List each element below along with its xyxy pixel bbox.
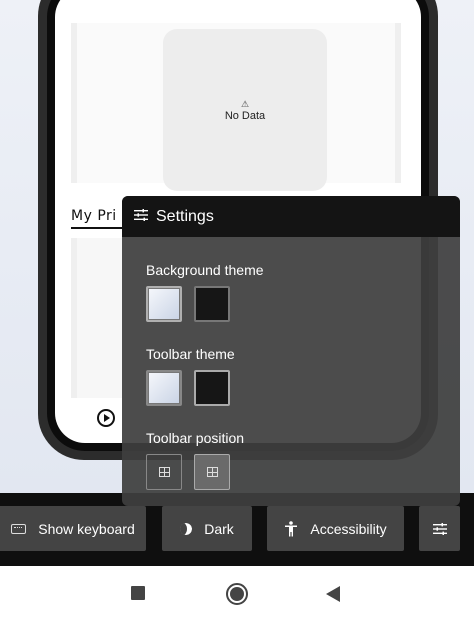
toolbar-theme-dark-swatch[interactable] — [194, 370, 230, 406]
background-theme-label: Background theme — [146, 262, 264, 278]
settings-button[interactable] — [419, 506, 460, 551]
settings-panel: Settings Background theme Toolbar theme … — [122, 196, 460, 506]
toolbar-position-top-button[interactable] — [146, 454, 182, 490]
moon-icon — [180, 522, 193, 535]
toolbar-position-bottom-button[interactable] — [194, 454, 230, 490]
system-nav-bar — [0, 566, 474, 622]
show-keyboard-label: Show keyboard — [38, 520, 135, 537]
dark-mode-label: Dark — [204, 520, 234, 537]
play-circle-icon[interactable] — [97, 409, 115, 427]
section-title: My Pri — [71, 208, 117, 224]
warning-icon: ⚠ — [240, 98, 250, 109]
toolbar-theme-light-swatch[interactable] — [146, 370, 182, 406]
settings-header: Settings — [122, 196, 460, 237]
sliders-icon — [432, 522, 447, 535]
sliders-icon — [134, 208, 148, 226]
accessibility-icon — [284, 520, 298, 537]
accessibility-label: Accessibility — [310, 520, 387, 537]
show-keyboard-button[interactable]: Show keyboard — [0, 506, 146, 551]
no-data-text: No Data — [224, 109, 266, 122]
no-data-placeholder: ⚠ No Data — [163, 29, 327, 191]
keyboard-icon — [11, 523, 27, 534]
back-triangle-icon[interactable] — [326, 586, 340, 602]
background-theme-light-swatch[interactable] — [146, 286, 182, 322]
content-card: ⚠ No Data — [71, 23, 401, 191]
background-theme-dark-swatch[interactable] — [194, 286, 230, 322]
dark-mode-button[interactable]: Dark — [162, 506, 252, 551]
toolbar-theme-label: Toolbar theme — [146, 346, 235, 362]
toolbar-position-label: Toolbar position — [146, 430, 245, 446]
recents-square-icon[interactable] — [131, 586, 145, 600]
home-circle-icon[interactable] — [226, 583, 248, 605]
layout-top-icon — [158, 467, 170, 477]
layout-bottom-icon — [206, 467, 218, 477]
settings-title: Settings — [156, 207, 214, 225]
accessibility-button[interactable]: Accessibility — [267, 506, 404, 551]
